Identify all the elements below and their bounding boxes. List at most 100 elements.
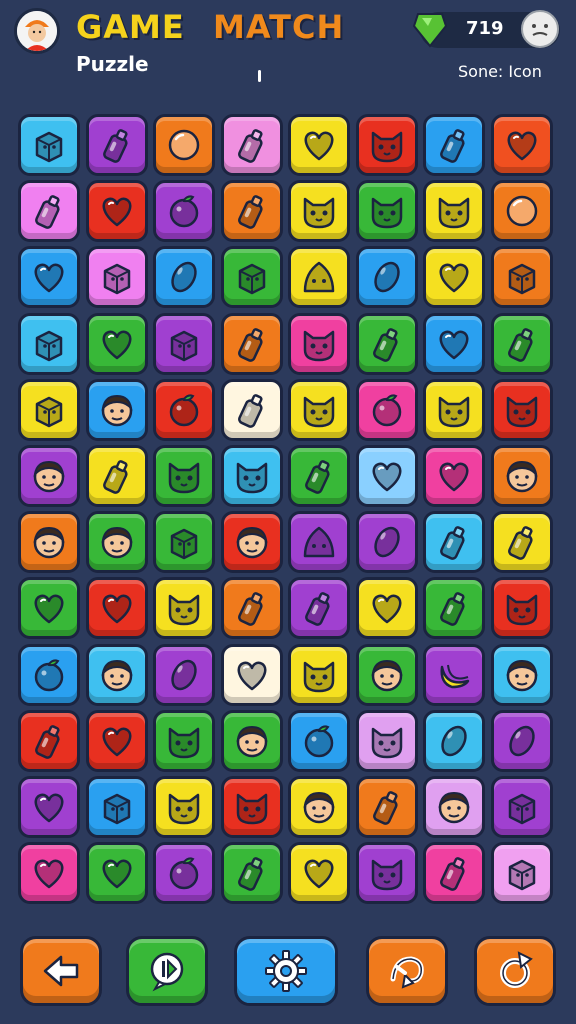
tile[interactable] [153, 511, 215, 573]
tile[interactable] [423, 246, 485, 308]
tile[interactable] [153, 180, 215, 242]
tile[interactable] [18, 313, 80, 375]
tile[interactable] [153, 313, 215, 375]
tile[interactable] [86, 842, 148, 904]
tile[interactable] [356, 511, 418, 573]
tile[interactable] [221, 776, 283, 838]
tile[interactable] [153, 776, 215, 838]
tile[interactable] [18, 445, 80, 507]
tile[interactable] [288, 842, 350, 904]
tile[interactable] [423, 313, 485, 375]
tile[interactable] [288, 511, 350, 573]
tile[interactable] [221, 577, 283, 639]
tile[interactable] [491, 842, 553, 904]
restart-button[interactable] [474, 936, 556, 1006]
tile[interactable] [18, 511, 80, 573]
back-button[interactable] [20, 936, 102, 1006]
tile[interactable] [423, 776, 485, 838]
tile[interactable] [288, 644, 350, 706]
tile[interactable] [356, 842, 418, 904]
tile[interactable] [153, 710, 215, 772]
settings-button[interactable] [234, 936, 338, 1006]
tile[interactable] [491, 445, 553, 507]
player-avatar[interactable] [14, 8, 60, 54]
tile[interactable] [153, 842, 215, 904]
tile[interactable] [153, 246, 215, 308]
tile[interactable] [153, 379, 215, 441]
tile[interactable] [221, 511, 283, 573]
tile[interactable] [423, 710, 485, 772]
tile[interactable] [221, 445, 283, 507]
tile[interactable] [86, 710, 148, 772]
tile[interactable] [423, 445, 485, 507]
tile[interactable] [221, 180, 283, 242]
tile[interactable] [491, 246, 553, 308]
tile[interactable] [221, 710, 283, 772]
tile[interactable] [18, 710, 80, 772]
tile[interactable] [356, 246, 418, 308]
tile[interactable] [356, 710, 418, 772]
tile[interactable] [288, 577, 350, 639]
tile[interactable] [221, 313, 283, 375]
shuffle-button[interactable] [366, 936, 448, 1006]
tile[interactable] [423, 511, 485, 573]
tile[interactable] [153, 644, 215, 706]
tile[interactable] [86, 246, 148, 308]
tile[interactable] [356, 114, 418, 176]
tile[interactable] [86, 511, 148, 573]
tile[interactable] [18, 644, 80, 706]
tile[interactable] [423, 842, 485, 904]
tile[interactable] [288, 379, 350, 441]
tile[interactable] [153, 445, 215, 507]
tile[interactable] [153, 114, 215, 176]
tile[interactable] [221, 644, 283, 706]
tile[interactable] [86, 445, 148, 507]
tile[interactable] [86, 644, 148, 706]
tile[interactable] [288, 246, 350, 308]
tile[interactable] [491, 710, 553, 772]
tile[interactable] [356, 644, 418, 706]
tile[interactable] [288, 313, 350, 375]
tile[interactable] [86, 313, 148, 375]
tile[interactable] [356, 180, 418, 242]
tile[interactable] [491, 577, 553, 639]
tile[interactable] [18, 379, 80, 441]
tile[interactable] [491, 511, 553, 573]
tile[interactable] [153, 577, 215, 639]
tile[interactable] [356, 776, 418, 838]
tile[interactable] [221, 114, 283, 176]
tile[interactable] [423, 644, 485, 706]
tile[interactable] [423, 577, 485, 639]
tile[interactable] [356, 577, 418, 639]
hint-button[interactable] [126, 936, 208, 1006]
tile[interactable] [18, 246, 80, 308]
tile[interactable] [18, 842, 80, 904]
tile[interactable] [423, 379, 485, 441]
tile[interactable] [423, 114, 485, 176]
tile[interactable] [86, 114, 148, 176]
tile[interactable] [18, 577, 80, 639]
tile[interactable] [491, 644, 553, 706]
tile[interactable] [288, 710, 350, 772]
tile[interactable] [491, 114, 553, 176]
tile[interactable] [356, 379, 418, 441]
tile[interactable] [18, 776, 80, 838]
tile[interactable] [356, 313, 418, 375]
tile[interactable] [221, 246, 283, 308]
tile[interactable] [86, 776, 148, 838]
tile[interactable] [86, 577, 148, 639]
tile[interactable] [288, 114, 350, 176]
tile[interactable] [288, 445, 350, 507]
tile[interactable] [491, 313, 553, 375]
tile[interactable] [18, 180, 80, 242]
tile[interactable] [491, 776, 553, 838]
tile[interactable] [491, 379, 553, 441]
tile[interactable] [356, 445, 418, 507]
tile[interactable] [423, 180, 485, 242]
tile[interactable] [288, 776, 350, 838]
face-icon[interactable] [521, 10, 559, 48]
tile[interactable] [221, 379, 283, 441]
tile[interactable] [18, 114, 80, 176]
tile[interactable] [86, 379, 148, 441]
tile[interactable] [86, 180, 148, 242]
